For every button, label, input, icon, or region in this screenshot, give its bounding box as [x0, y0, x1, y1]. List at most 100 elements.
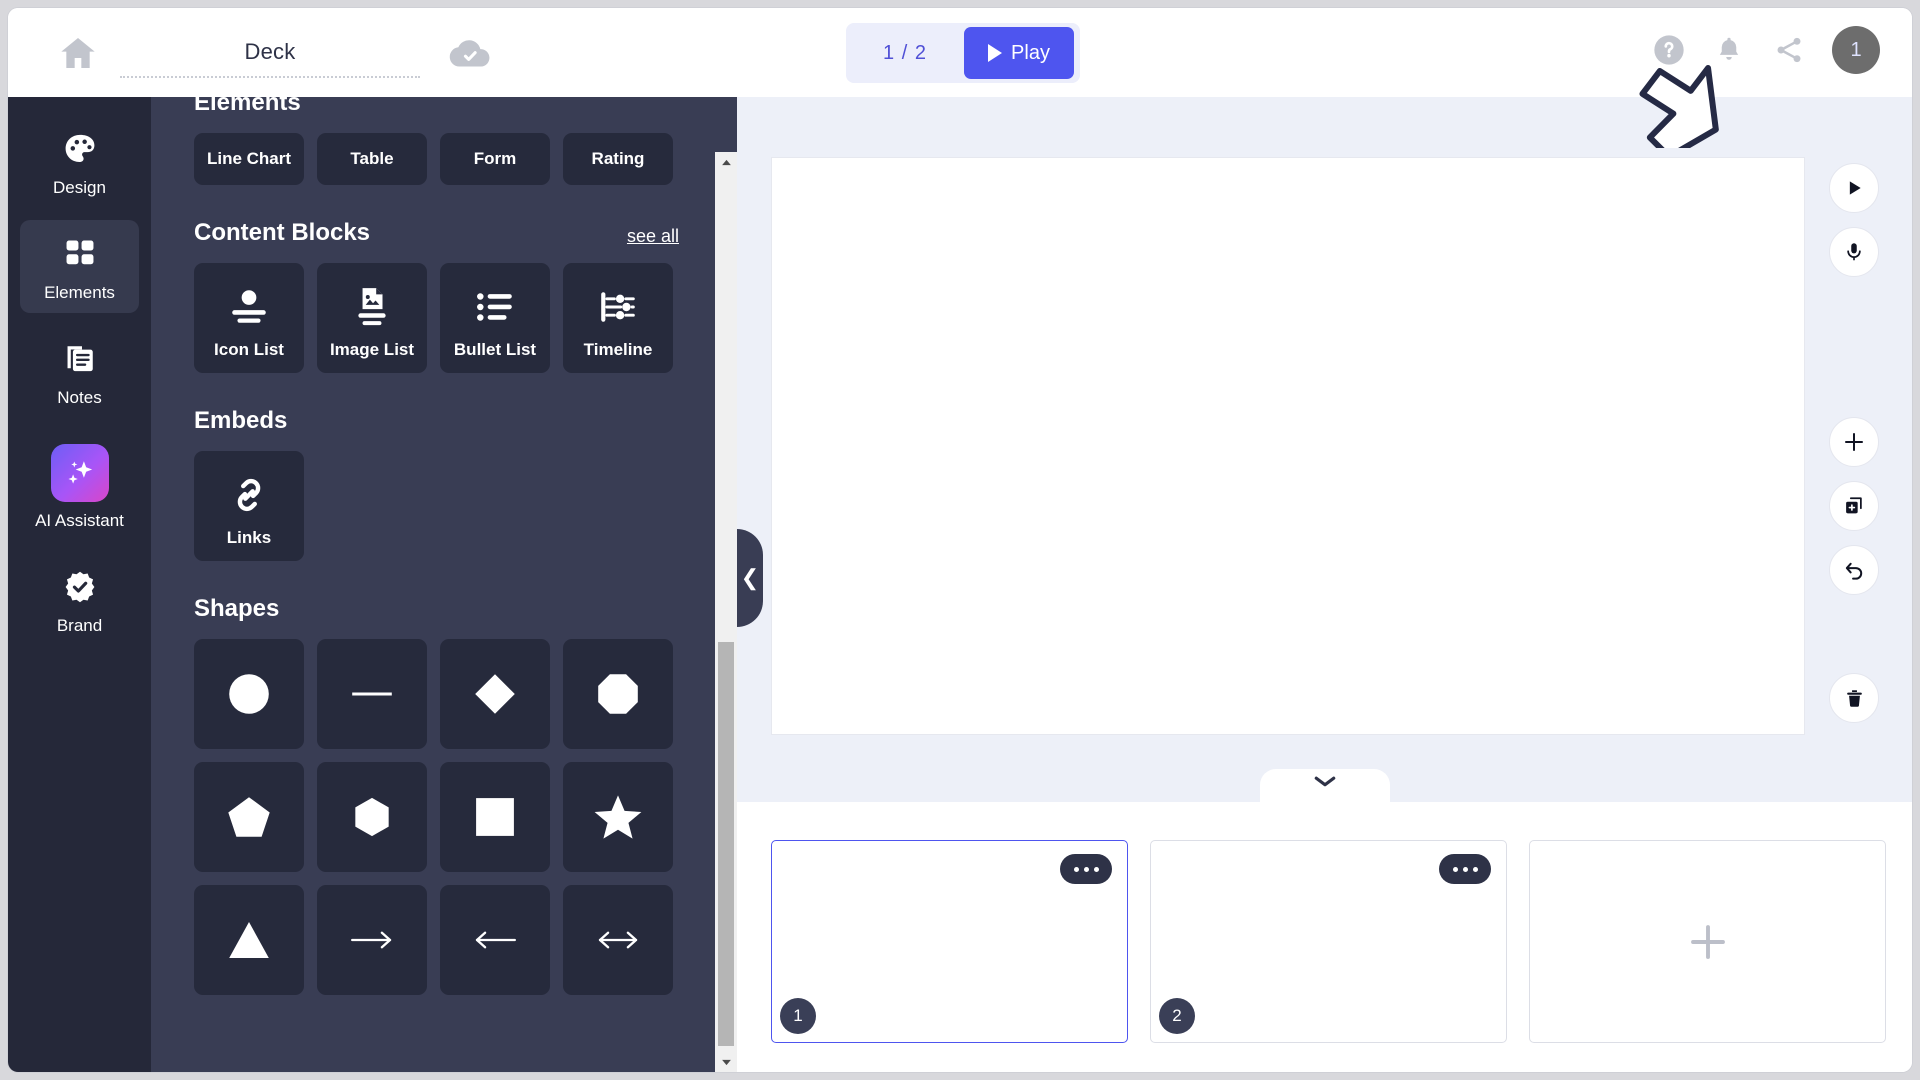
- shape-circle[interactable]: [194, 639, 304, 749]
- tray-toggle-handle[interactable]: [1259, 769, 1390, 803]
- sidebar-item-label: Notes: [57, 388, 102, 407]
- sidebar-item-design[interactable]: Design: [20, 115, 139, 208]
- badge-check-icon: [60, 567, 100, 607]
- section-header-elements: Elements: [151, 97, 719, 117]
- undo-button[interactable]: [1829, 545, 1879, 595]
- stage-toolbar: [1829, 163, 1879, 723]
- content-card-timeline[interactable]: Timeline: [563, 263, 673, 373]
- slide-thumbnail-1[interactable]: 1: [771, 840, 1128, 1043]
- plus-icon: [1690, 924, 1725, 959]
- panel-collapse-handle[interactable]: ❮: [737, 529, 763, 627]
- slide-tray: 1 2: [737, 802, 1912, 1072]
- scroll-up-arrow-icon[interactable]: [715, 152, 737, 172]
- shape-arrow-left[interactable]: [440, 885, 550, 995]
- delete-slide-button[interactable]: [1829, 673, 1879, 723]
- elements-panel: Elements Line Chart Table Form Rating Co…: [151, 97, 737, 1072]
- arrow-left-shape: [475, 931, 516, 949]
- sidebar-item-notes[interactable]: Notes: [20, 325, 139, 418]
- sidebar-item-brand[interactable]: Brand: [20, 553, 139, 646]
- top-bar-actions: 1: [1652, 26, 1880, 74]
- slide-menu-button[interactable]: [1060, 854, 1112, 884]
- card-label: Table: [350, 149, 394, 168]
- slide-menu-button[interactable]: [1439, 854, 1491, 884]
- card-label: Image List: [329, 340, 415, 359]
- panel-scroll-content: Elements Line Chart Table Form Rating Co…: [151, 97, 719, 1015]
- sidebar-item-ai-assistant[interactable]: AI Assistant: [20, 430, 139, 541]
- square-shape: [476, 798, 514, 836]
- slide-counter: 1 / 2: [883, 41, 927, 64]
- shape-diamond[interactable]: [440, 639, 550, 749]
- arrow-right-shape: [351, 931, 392, 949]
- microphone-icon: [1847, 243, 1861, 261]
- hexagon-shape: [355, 797, 389, 837]
- palette-icon: [60, 129, 100, 169]
- duplicate-icon: [1846, 497, 1862, 514]
- more-dots-icon: [1083, 866, 1089, 872]
- left-rail: Design Elements Notes AI Assistant Brand: [8, 97, 151, 1072]
- section-title: Content Blocks: [194, 219, 371, 246]
- record-audio-button[interactable]: [1829, 227, 1879, 277]
- chevron-left-icon: ❮: [740, 565, 760, 590]
- element-card-table[interactable]: Table: [317, 133, 427, 185]
- slide-canvas[interactable]: [771, 157, 1805, 735]
- scrollbar-thumb[interactable]: [718, 642, 734, 1046]
- shape-pentagon[interactable]: [194, 762, 304, 872]
- help-circle-icon[interactable]: [1652, 33, 1686, 67]
- sparkles-icon: [50, 444, 109, 502]
- embeds-card-row: Links: [151, 451, 719, 561]
- shape-arrow-right[interactable]: [317, 885, 427, 995]
- octagon-shape: [598, 674, 638, 714]
- content-card-bullet-list[interactable]: Bullet List: [440, 263, 550, 373]
- play-slide-button[interactable]: [1829, 163, 1879, 213]
- sidebar-item-label: Elements: [44, 283, 115, 302]
- more-dots-icon: [1073, 866, 1079, 872]
- play-triangle-icon: [988, 44, 1003, 62]
- shape-arrow-both[interactable]: [563, 885, 673, 995]
- shape-hexagon[interactable]: [317, 762, 427, 872]
- shape-line[interactable]: [317, 639, 427, 749]
- panel-scrollbar[interactable]: [715, 152, 737, 1072]
- card-label: Form: [473, 149, 517, 168]
- icon-list-icon: [226, 284, 272, 330]
- avatar[interactable]: 1: [1832, 26, 1880, 74]
- play-button[interactable]: Play: [964, 27, 1074, 79]
- sidebar-item-label: Design: [53, 178, 106, 197]
- triangle-shape: [229, 922, 269, 958]
- trash-icon: [1846, 689, 1862, 707]
- element-card-form[interactable]: Form: [440, 133, 550, 185]
- scroll-down-arrow-icon[interactable]: [715, 1052, 737, 1072]
- home-icon[interactable]: [58, 33, 98, 73]
- more-dots-icon: [1472, 866, 1478, 872]
- deck-title-field[interactable]: Deck: [120, 28, 420, 78]
- content-card-image-list[interactable]: Image List: [317, 263, 427, 373]
- slide-thumbnail-2[interactable]: 2: [1150, 840, 1507, 1043]
- shape-star[interactable]: [563, 762, 673, 872]
- add-slide-button[interactable]: [1829, 417, 1879, 467]
- element-card-line-chart[interactable]: Line Chart: [194, 133, 304, 185]
- section-header-shapes: Shapes: [151, 595, 719, 623]
- line-shape: [352, 692, 392, 696]
- arrow-both-shape: [598, 931, 638, 949]
- page-title: Deck: [244, 39, 296, 64]
- add-slide-card[interactable]: [1529, 840, 1886, 1043]
- content-card-icon-list[interactable]: Icon List: [194, 263, 304, 373]
- element-card-rating[interactable]: Rating: [563, 133, 673, 185]
- avatar-label: 1: [1850, 38, 1862, 61]
- pentagon-shape: [228, 797, 270, 837]
- shape-triangle[interactable]: [194, 885, 304, 995]
- shape-octagon[interactable]: [563, 639, 673, 749]
- shape-square[interactable]: [440, 762, 550, 872]
- section-title: Shapes: [194, 595, 280, 622]
- sidebar-item-elements[interactable]: Elements: [20, 220, 139, 313]
- plus-icon: [1845, 433, 1863, 451]
- bell-icon[interactable]: [1712, 33, 1746, 67]
- duplicate-slide-button[interactable]: [1829, 481, 1879, 531]
- sidebar-item-label: Brand: [56, 616, 103, 635]
- share-icon[interactable]: [1772, 33, 1806, 67]
- section-header-embeds: Embeds: [151, 407, 719, 435]
- slide-number-badge: 1: [780, 998, 816, 1034]
- bullet-list-icon: [472, 284, 518, 330]
- more-dots-icon: [1452, 866, 1458, 872]
- see-all-link[interactable]: see all: [627, 226, 679, 247]
- embed-card-links[interactable]: Links: [194, 451, 304, 561]
